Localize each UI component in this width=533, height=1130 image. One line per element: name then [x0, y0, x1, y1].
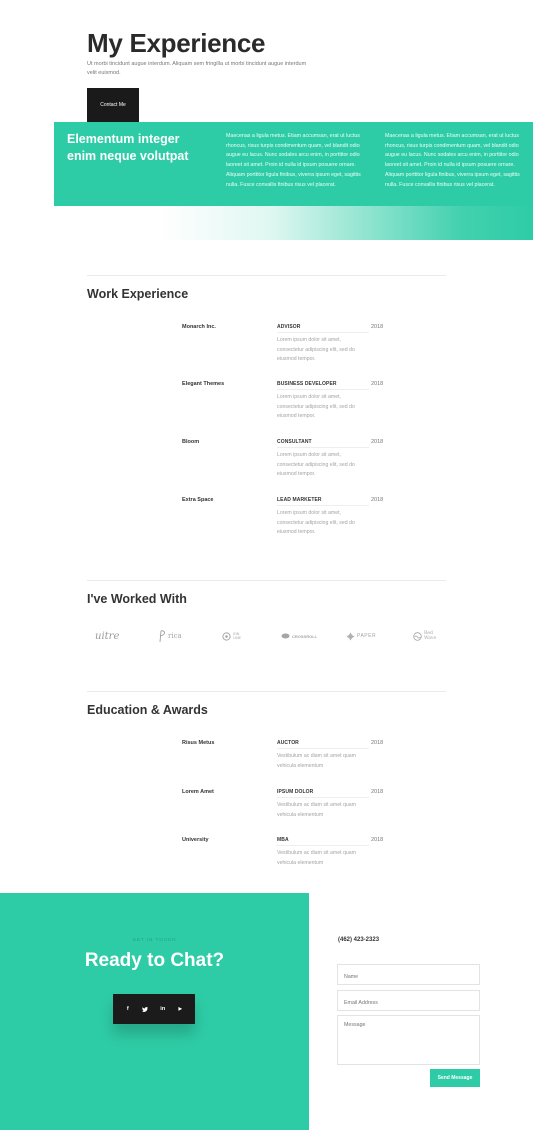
band-title: Elementum integer enim neque volutpat: [67, 132, 189, 163]
script-p-logo-icon: [159, 630, 165, 643]
education-section-title: Education & Awards: [87, 703, 208, 717]
education-year: 2018: [371, 837, 384, 843]
work-description: Lorem ipsum dolor sit amet, consectetur …: [277, 452, 355, 478]
education-description: Vestibulum ac diam sit amet quam vehicul…: [277, 850, 356, 866]
client-logo-red-wave: Red Wave: [413, 628, 436, 644]
row-divider: [277, 447, 369, 448]
work-year: 2018: [371, 381, 384, 387]
message-input[interactable]: [338, 1016, 479, 1064]
work-year: 2018: [371, 324, 384, 330]
row-divider: [277, 797, 369, 798]
education-school: Risus Metus: [182, 740, 215, 746]
work-year: 2018: [371, 497, 384, 503]
contact-title: Ready to Chat?: [84, 950, 225, 971]
work-company: Monarch Inc.: [182, 324, 216, 330]
work-company: Extra Space: [182, 497, 214, 503]
page-title: My Experience: [87, 28, 266, 58]
diamond-flower-icon: [346, 632, 355, 640]
section-divider: [87, 580, 446, 581]
row-divider: [277, 748, 369, 749]
youtube-icon[interactable]: ▶: [174, 1003, 186, 1015]
work-role: BUSINESS DEVELOPER: [277, 381, 337, 387]
hero-subtitle: Ut morbi tincidunt augue interdum. Aliqu…: [87, 61, 307, 76]
education-award: IPSUM DOLOR: [277, 789, 314, 795]
work-role: ADVISOR: [277, 324, 301, 330]
work-company: Elegant Themes: [182, 381, 225, 387]
band-text-right: Maecenas a ligula metus. Etiam accumsan,…: [385, 133, 520, 188]
education-award: AUCTOR: [277, 740, 299, 746]
work-role: LEAD MARKETER: [277, 497, 322, 503]
row-divider: [277, 332, 369, 333]
send-message-button[interactable]: Send Message: [430, 1069, 480, 1087]
client-logo-paper: PAPER: [346, 628, 376, 644]
row-divider: [277, 389, 369, 390]
work-description: Lorem ipsum dolor sit amet, consectetur …: [277, 337, 355, 363]
name-field[interactable]: [337, 964, 480, 987]
phone-number: (462) 423-2323: [338, 937, 380, 943]
linkedin-icon[interactable]: in: [157, 1003, 169, 1015]
section-divider: [87, 275, 446, 276]
education-award: MBA: [277, 837, 289, 843]
twitter-icon[interactable]: [139, 1003, 151, 1015]
education-description: Vestibulum ac diam sit amet quam vehicul…: [277, 802, 356, 818]
client-logo-text: rica: [168, 632, 182, 640]
name-input[interactable]: [338, 967, 479, 987]
contact-eyebrow: GET IN TOUCH: [132, 937, 177, 942]
oval-badge-icon: [281, 633, 290, 639]
education-school: Lorem Amet: [182, 789, 214, 795]
client-logo-crossroll: CROSSROLL: [281, 628, 317, 644]
band-text-left: Maecenas a ligula metus. Etiam accumsan,…: [226, 133, 361, 188]
client-logo-text: PAPER: [357, 633, 377, 639]
client-logo-uitre: uitre: [95, 628, 119, 644]
section-divider: [87, 691, 446, 692]
client-logo-text: ION LINE: [233, 632, 241, 640]
education-school: University: [182, 837, 209, 843]
client-logo-text: Red Wave: [424, 631, 437, 641]
contact-me-button[interactable]: Contact Me: [87, 88, 139, 122]
work-section-title: Work Experience: [87, 287, 189, 301]
education-description: Vestibulum ac diam sit amet quam vehicul…: [277, 753, 356, 769]
row-divider: [277, 845, 369, 846]
message-field[interactable]: [337, 1015, 480, 1065]
client-logo-ion-line: ION LINE: [222, 628, 245, 644]
wave-circle-icon: [413, 631, 422, 641]
script-wordmark-icon: uitre: [95, 630, 120, 642]
work-description: Lorem ipsum dolor sit amet, consectetur …: [277, 394, 355, 420]
facebook-icon[interactable]: f: [122, 1003, 134, 1015]
social-bar: f in ▶: [113, 994, 195, 1024]
education-year: 2018: [371, 740, 384, 746]
work-year: 2018: [371, 439, 384, 445]
client-logo-rica: rica: [158, 628, 182, 644]
work-description: Lorem ipsum dolor sit amet, consectetur …: [277, 510, 355, 536]
band-gradient: [54, 206, 533, 240]
work-role: CONSULTANT: [277, 439, 312, 445]
education-year: 2018: [371, 789, 384, 795]
client-logo-text: CROSSROLL: [292, 633, 318, 639]
clients-section-title: I've Worked With: [87, 592, 187, 606]
email-input[interactable]: [338, 993, 479, 1013]
work-company: Bloom: [182, 439, 200, 445]
row-divider: [277, 505, 369, 506]
email-field[interactable]: [337, 990, 480, 1013]
circle-emblem-icon: [222, 631, 231, 641]
